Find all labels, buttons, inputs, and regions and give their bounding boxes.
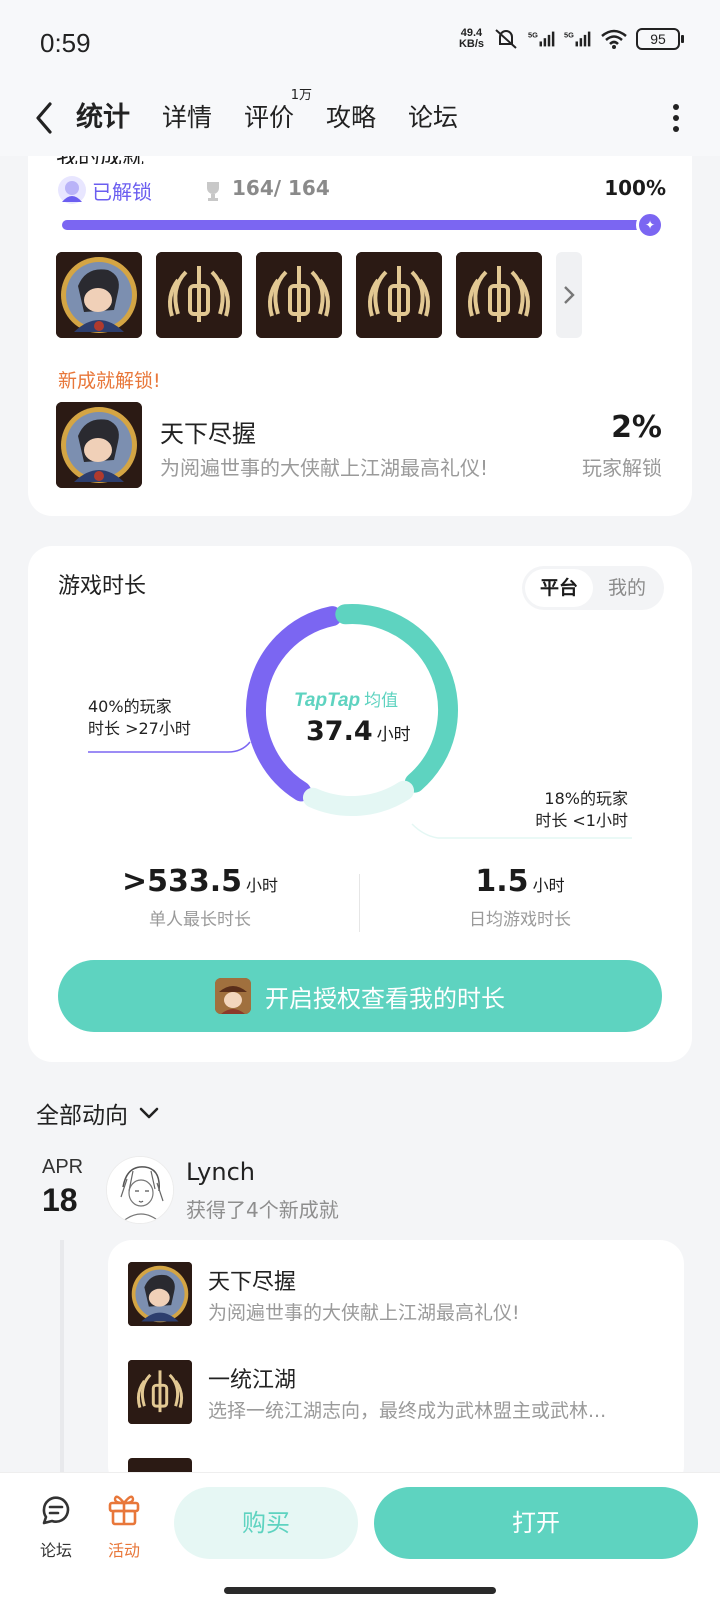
new-achievement-badge	[56, 402, 142, 488]
forum-chat-icon	[42, 1496, 70, 1525]
chevron-down-icon	[139, 1107, 159, 1119]
feed-filter-dropdown[interactable]: 全部动向	[36, 1096, 160, 1130]
feed-user-name[interactable]: Lynch	[186, 1158, 255, 1186]
feed-date-day: 18	[42, 1182, 78, 1218]
activity-button[interactable]: 活动	[94, 1491, 154, 1561]
bottom-action-bar: 论坛 活动 购买 打开	[0, 1472, 720, 1602]
more-badges-button[interactable]	[556, 252, 582, 338]
progress-star-icon: ✦	[636, 211, 664, 239]
new-achievement-name: 天下尽握	[160, 420, 256, 448]
left-leader-line	[88, 741, 251, 753]
game-avatar-icon	[215, 978, 251, 1014]
average-value: 37.4	[306, 716, 373, 747]
feed-achievement-desc: 选择一统江湖志向，最终成为武林盟主或武林...	[208, 1400, 607, 1422]
playtime-card: 游戏时长 平台 我的 TapTap 均值 37.4 小时 40%的玩家 时长 >27…	[28, 546, 692, 1062]
timeline-line	[60, 1240, 64, 1480]
status-time: 0:59	[40, 28, 91, 58]
back-arrow-icon[interactable]	[28, 98, 64, 138]
max-playtime-label: 单人最长时长	[149, 910, 251, 930]
annotation-over-27h: 40%的玩家 时长 >27小时	[88, 697, 191, 738]
feed-achievement-badge	[128, 1360, 192, 1424]
home-indicator	[224, 1587, 496, 1594]
max-playtime-value: >533.5	[121, 864, 242, 899]
new-achievement-label: 新成就解锁!	[58, 370, 161, 392]
authorize-label: 开启授权查看我的时长	[265, 984, 505, 1013]
activity-label: 活动	[107, 1541, 140, 1560]
feed-filter-label: 全部动向	[36, 1103, 128, 1129]
achievement-percent: 100%	[604, 176, 666, 200]
mute-icon	[495, 29, 517, 49]
forum-label: 论坛	[39, 1541, 72, 1560]
open-button[interactable]: 打开	[374, 1487, 698, 1559]
daily-playtime-label: 日均游戏时长	[469, 910, 571, 930]
max-playtime-stat: >533.5 小时 单人最长时长	[40, 864, 360, 930]
more-options-icon[interactable]	[672, 100, 680, 136]
new-achievement-desc: 为阅遍世事的大侠献上江湖最高礼仪!	[160, 456, 489, 480]
annotation-under-1h: 18%的玩家 时长 <1小时	[535, 789, 628, 830]
forum-button[interactable]: 论坛	[26, 1491, 86, 1561]
average-playtime: 37.4 小时	[306, 716, 411, 747]
taptap-brand: TapTap	[294, 690, 361, 711]
user-avatar[interactable]	[106, 1156, 174, 1224]
status-bar: 0:59 49.4 KB/s 5G 5G 95	[0, 0, 720, 84]
feed-achievement-card: 天下尽握 为阅遍世事的大侠献上江湖最高礼仪! 一统江湖 选择一统江湖志向，最终成…	[108, 1240, 684, 1490]
achievement-count: 164/ 164	[232, 176, 330, 200]
unlocked-label: 已解锁	[92, 180, 152, 204]
achievement-badge[interactable]	[456, 252, 542, 338]
gift-icon	[108, 1495, 140, 1526]
donut-segment-time-lt-1h	[302, 780, 415, 816]
tab-bar: 统计 详情 评价 1万 攻略 论坛	[72, 88, 490, 142]
authorize-playtime-button[interactable]: 开启授权查看我的时长	[58, 960, 662, 1032]
battery-indicator: 95	[636, 28, 684, 50]
signal-label-2: 5G	[564, 30, 574, 39]
unlock-rate: 2%	[611, 410, 662, 445]
achievements-card: 我的成就 已解锁 164/ 164 100% ✦	[28, 156, 692, 516]
tab-reviews[interactable]: 评价 1万	[244, 88, 312, 142]
feed-date-month: APR	[42, 1156, 84, 1178]
tab-forum[interactable]: 论坛	[408, 94, 458, 142]
achievements-title: 我的成就	[56, 156, 144, 164]
wifi-icon	[601, 29, 627, 49]
top-nav: 统计 详情 评价 1万 攻略 论坛	[0, 84, 720, 156]
feed-achievement-item[interactable]: 天下尽握 为阅遍世事的大侠献上江湖最高礼仪!	[128, 1262, 668, 1330]
achievements-header: 已解锁 164/ 164 100%	[58, 172, 668, 208]
progress-fill	[62, 220, 656, 230]
average-unit: 小时	[376, 725, 411, 745]
daily-playtime-unit: 小时	[532, 876, 565, 895]
signal-icon-2: 5G	[564, 30, 591, 47]
new-achievement-item[interactable]: 天下尽握 为阅遍世事的大侠献上江湖最高礼仪! 2% 玩家解锁	[56, 402, 662, 490]
unlocked-avatar-icon	[58, 176, 86, 204]
achievement-badge[interactable]	[356, 252, 442, 338]
tab-details[interactable]: 详情	[162, 94, 212, 142]
signal-icon: 5G	[528, 30, 555, 47]
max-playtime-unit: 小时	[246, 876, 279, 895]
review-count-badge: 1万	[290, 88, 313, 103]
achievement-badge-row	[56, 252, 582, 338]
tab-stats[interactable]: 统计	[72, 94, 134, 142]
feed-achievement-item[interactable]: 一统江湖 选择一统江湖志向，最终成为武林盟主或武林...	[128, 1360, 668, 1428]
feed-achievement-name: 一统江湖	[208, 1368, 297, 1393]
net-speed: 49.4 KB/s	[458, 27, 484, 50]
daily-playtime-value: 1.5	[475, 864, 529, 899]
taptap-avg-label: 均值	[364, 691, 399, 710]
daily-playtime-stat: 1.5 小时 日均游戏时长	[360, 864, 680, 930]
feed-user-action: 获得了4个新成就	[186, 1198, 339, 1222]
feed-achievement-badge	[128, 1262, 192, 1326]
trophy-icon	[207, 182, 219, 201]
feed-achievement-name: 天下尽握	[208, 1270, 297, 1295]
feed-achievement-desc: 为阅遍世事的大侠献上江湖最高礼仪!	[208, 1302, 520, 1324]
chevron-right-icon	[564, 286, 575, 304]
unlock-rate-label: 玩家解锁	[582, 456, 662, 480]
tab-guides[interactable]: 攻略	[326, 94, 376, 142]
achievement-badge[interactable]	[256, 252, 342, 338]
signal-label-1: 5G	[528, 30, 538, 39]
achievement-badge-locked-style[interactable]	[156, 252, 242, 338]
buy-button[interactable]: 购买	[174, 1487, 358, 1559]
achievement-progress-bar: ✦	[62, 211, 664, 239]
taptap-logo: TapTap 均值	[294, 686, 398, 712]
status-icons: 49.4 KB/s 5G 5G 95	[458, 27, 684, 50]
achievement-badge-portrait[interactable]	[56, 252, 142, 338]
